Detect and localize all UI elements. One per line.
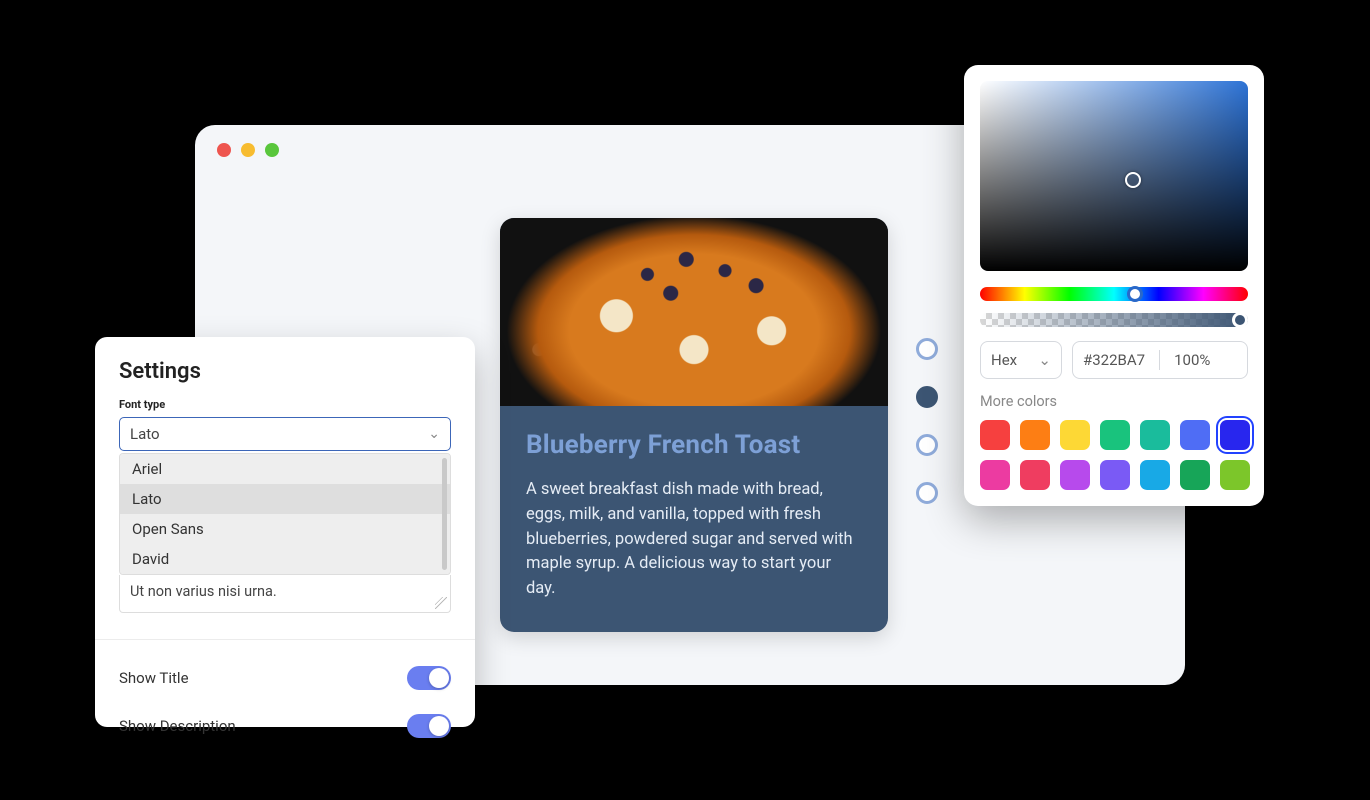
variant-radio-2[interactable] <box>916 434 938 456</box>
show-description-toggle[interactable] <box>407 714 451 738</box>
color-swatch[interactable] <box>1100 460 1130 490</box>
settings-panel: Settings Font type Lato ⌄ Ariel Lato Ope… <box>95 337 475 727</box>
variant-radio-1[interactable] <box>916 386 938 408</box>
separator <box>1159 350 1160 370</box>
toggle-label: Show Description <box>119 717 236 735</box>
recipe-image <box>500 218 888 406</box>
hue-knob[interactable] <box>1127 286 1143 302</box>
toggle-row-show-description: Show Description <box>119 702 451 750</box>
maximize-window-dot[interactable] <box>265 143 279 157</box>
hex-value: #322BA7 <box>1083 351 1145 369</box>
color-swatch[interactable] <box>1060 420 1090 450</box>
font-option[interactable]: David <box>120 544 450 574</box>
color-swatch[interactable] <box>1020 420 1050 450</box>
color-picker-panel: Hex ⌄ #322BA7 100% More colors <box>964 65 1264 506</box>
divider <box>95 639 475 640</box>
minimize-window-dot[interactable] <box>241 143 255 157</box>
font-type-label: Font type <box>119 398 451 411</box>
color-swatch[interactable] <box>980 420 1010 450</box>
chevron-down-icon: ⌄ <box>428 426 440 442</box>
font-option[interactable]: Open Sans <box>120 514 450 544</box>
hue-slider[interactable] <box>980 287 1248 301</box>
font-type-select[interactable]: Lato ⌄ <box>119 417 451 451</box>
font-type-value: Lato <box>130 425 160 443</box>
chevron-down-icon: ⌄ <box>1038 351 1051 369</box>
sv-color-area[interactable] <box>980 81 1248 271</box>
alpha-knob[interactable] <box>1232 312 1248 328</box>
color-swatch[interactable] <box>1140 420 1170 450</box>
color-swatch[interactable] <box>1140 460 1170 490</box>
color-model-select[interactable]: Hex ⌄ <box>980 341 1062 379</box>
variant-radio-3[interactable] <box>916 482 938 504</box>
alpha-slider[interactable] <box>980 313 1248 327</box>
recipe-description: A sweet breakfast dish made with bread, … <box>526 478 862 602</box>
sample-textarea-value: Ut non varius nisi urna. <box>130 583 277 600</box>
resize-handle-icon[interactable] <box>435 597 447 609</box>
more-colors-label: More colors <box>980 393 1248 410</box>
variant-radio-group <box>916 338 938 504</box>
color-swatch[interactable] <box>1180 460 1210 490</box>
window-traffic-lights <box>217 143 279 157</box>
color-value-input[interactable]: #322BA7 100% <box>1072 341 1248 379</box>
color-swatch[interactable] <box>1060 460 1090 490</box>
toggle-label: Show Title <box>119 669 189 687</box>
sv-cursor[interactable] <box>1125 172 1141 188</box>
recipe-card: Blueberry French Toast A sweet breakfast… <box>500 218 888 632</box>
show-title-toggle[interactable] <box>407 666 451 690</box>
color-swatch[interactable] <box>1220 460 1250 490</box>
dropdown-scrollbar[interactable] <box>442 458 447 570</box>
sample-textarea[interactable]: Ut non varius nisi urna. <box>119 575 451 613</box>
color-model-value: Hex <box>991 351 1017 369</box>
color-inputs: Hex ⌄ #322BA7 100% <box>980 341 1248 379</box>
alpha-value: 100% <box>1174 351 1210 369</box>
font-option[interactable]: Ariel <box>120 454 450 484</box>
color-swatch[interactable] <box>1180 420 1210 450</box>
variant-radio-0[interactable] <box>916 338 938 360</box>
recipe-body: Blueberry French Toast A sweet breakfast… <box>500 406 888 632</box>
color-swatch[interactable] <box>1020 460 1050 490</box>
recipe-title: Blueberry French Toast <box>526 430 862 460</box>
font-option[interactable]: Lato <box>120 484 450 514</box>
toggle-row-show-title: Show Title <box>119 654 451 702</box>
settings-title: Settings <box>119 359 451 384</box>
swatch-grid <box>980 420 1248 490</box>
color-swatch[interactable] <box>980 460 1010 490</box>
close-window-dot[interactable] <box>217 143 231 157</box>
color-swatch[interactable] <box>1100 420 1130 450</box>
font-type-dropdown: Ariel Lato Open Sans David <box>119 453 451 575</box>
color-swatch[interactable] <box>1220 420 1250 450</box>
